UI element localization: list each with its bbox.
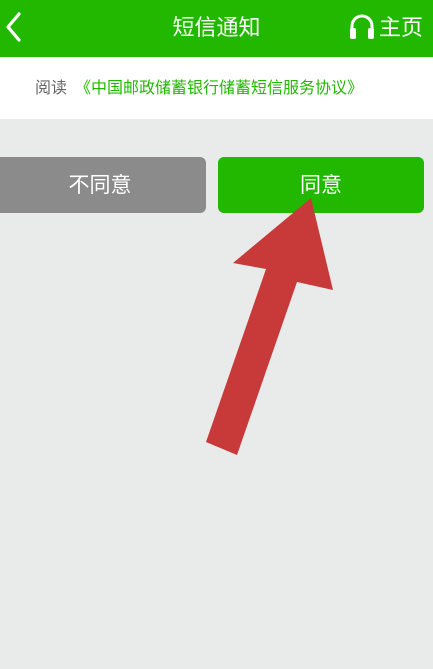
agreement-text: 阅读 《中国邮政储蓄银行储蓄短信服务协议》 xyxy=(35,57,363,119)
agree-button[interactable]: 同意 xyxy=(218,157,424,213)
chevron-left-icon xyxy=(6,12,21,42)
agreement-row: 阅读 《中国邮政储蓄银行储蓄短信服务协议》 xyxy=(0,57,433,119)
back-button[interactable] xyxy=(0,0,44,57)
home-button[interactable]: 主页 xyxy=(343,0,433,57)
headset-icon xyxy=(350,14,374,39)
agreement-link[interactable]: 《中国邮政储蓄银行储蓄短信服务协议》 xyxy=(75,78,363,97)
agreement-prefix: 阅读 xyxy=(35,78,68,97)
disagree-button[interactable]: 不同意 xyxy=(0,157,206,213)
home-label: 主页 xyxy=(379,16,424,41)
header-bar: 短信通知 主页 xyxy=(0,0,433,57)
